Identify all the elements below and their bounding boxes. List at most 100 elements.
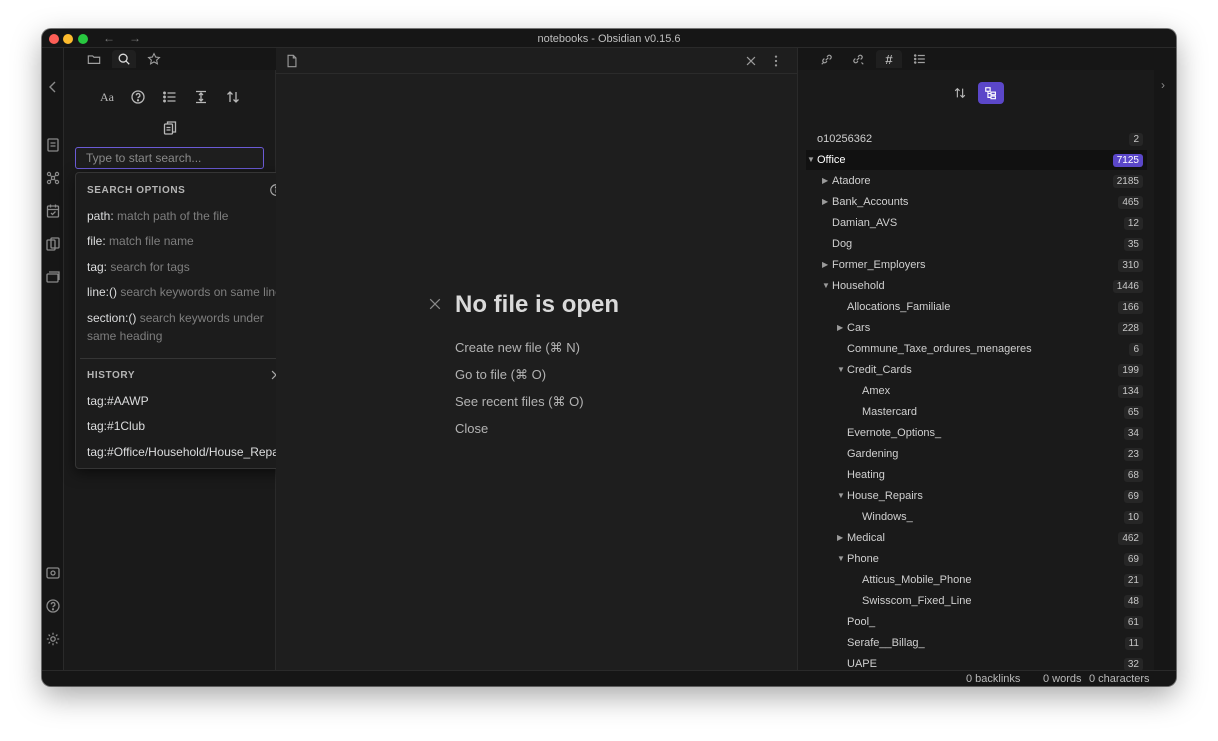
tag-count-badge: 2185 [1112, 175, 1143, 188]
slides-icon[interactable] [45, 269, 61, 285]
backlinks-icon[interactable] [814, 50, 840, 68]
templates-icon[interactable] [45, 236, 61, 252]
tag-count-badge: 10 [1123, 511, 1143, 524]
search-input[interactable] [75, 147, 264, 169]
tag-item[interactable]: ▶ Cars 228 [806, 318, 1147, 338]
tag-item[interactable]: ▼ Household 1446 [806, 276, 1147, 296]
tag-item[interactable]: ▶ Bank_Accounts 465 [806, 192, 1147, 212]
copy-results-icon[interactable] [161, 119, 179, 137]
tag-name: Allocations_Familiale [847, 301, 951, 313]
search-option-file[interactable]: file: match file name [87, 232, 292, 250]
tag-item[interactable]: Dog 35 [806, 234, 1147, 254]
tag-item[interactable]: Heating 68 [806, 465, 1147, 485]
word-count: 0 words [1043, 673, 1082, 685]
tag-item[interactable]: ▶ Medical 462 [806, 528, 1147, 548]
tag-name: Atticus_Mobile_Phone [862, 574, 972, 586]
collapse-chevron-icon[interactable]: ▼ [822, 281, 830, 290]
see-recent-files-link[interactable]: See recent files (⌘ O) [455, 394, 584, 410]
outline-icon[interactable] [907, 50, 933, 68]
left-sidebar-tabs [64, 48, 276, 70]
file-icon [285, 54, 299, 68]
tag-count-badge: 69 [1123, 553, 1143, 566]
switch-vault-icon[interactable] [45, 565, 61, 581]
search-option-path[interactable]: path: match path of the file [87, 207, 292, 225]
tag-item[interactable]: Allocations_Familiale 166 [806, 297, 1147, 317]
expand-chevron-icon[interactable]: ▶ [822, 197, 828, 206]
sort-order-icon[interactable] [224, 88, 242, 106]
close-pane-icon[interactable] [744, 54, 758, 68]
right-sidebar: # o10256362 2 ▼ Office 7125 ▶ Atadore 2185 ▶ Bank… [797, 48, 1155, 670]
explain-search-icon[interactable] [129, 88, 147, 106]
tag-name: Former_Employers [832, 259, 926, 271]
expand-chevron-icon[interactable]: ▶ [822, 260, 828, 269]
search-icon[interactable] [112, 50, 136, 68]
star-icon[interactable] [142, 50, 166, 68]
tag-item[interactable]: Damian_AVS 12 [806, 213, 1147, 233]
collapse-chevron-icon[interactable]: ▼ [837, 554, 845, 563]
more-options-icon[interactable] [769, 54, 783, 68]
collapse-chevron-icon[interactable]: ▼ [837, 491, 845, 500]
settings-gear-icon[interactable] [45, 631, 61, 647]
title-bar: ← → notebooks - Obsidian v0.15.6 [42, 29, 1176, 48]
tag-item[interactable]: Windows_ 10 [806, 507, 1147, 527]
tag-count-badge: 134 [1118, 385, 1143, 398]
tag-item[interactable]: UAPE 32 [806, 654, 1147, 670]
right-sidebar-tabs: # [798, 48, 1155, 70]
tag-item[interactable]: Swisscom_Fixed_Line 48 [806, 591, 1147, 611]
nested-tags-icon[interactable] [978, 82, 1004, 104]
tag-item[interactable]: Commune_Taxe_ordures_menageres 6 [806, 339, 1147, 359]
search-option-section[interactable]: section:() search keywords under same he… [87, 309, 287, 345]
quick-switcher-icon[interactable] [45, 137, 61, 153]
folder-icon[interactable] [82, 50, 106, 68]
search-option-line[interactable]: line:() search keywords on same line [87, 283, 292, 301]
tag-icon[interactable]: # [876, 50, 902, 68]
tag-item[interactable]: ▶ Atadore 2185 [806, 171, 1147, 191]
help-icon[interactable] [45, 598, 61, 614]
tag-item[interactable]: Amex 134 [806, 381, 1147, 401]
search-toolbar: Aa [64, 81, 276, 141]
expand-chevron-icon[interactable]: ▶ [837, 323, 843, 332]
tag-count-badge: 6 [1129, 343, 1143, 356]
tag-item[interactable]: Mastercard 65 [806, 402, 1147, 422]
tag-item[interactable]: Serafe__Billag_ 11 [806, 633, 1147, 653]
tag-item[interactable]: ▶ Former_Employers 310 [806, 255, 1147, 275]
close-empty-state-icon[interactable] [428, 297, 442, 311]
history-item[interactable]: tag:#1Club [87, 419, 145, 433]
tag-item[interactable]: Gardening 23 [806, 444, 1147, 464]
tag-name: Atadore [832, 175, 871, 187]
go-to-file-link[interactable]: Go to file (⌘ O) [455, 367, 546, 383]
obsidian-window: ← → notebooks - Obsidian v0.15.6 Aa Type… [42, 29, 1176, 686]
collapse-chevron-icon[interactable]: ▼ [807, 155, 815, 164]
tag-item[interactable]: o10256362 2 [806, 129, 1147, 149]
history-item[interactable]: tag:#AAWP [87, 394, 149, 408]
tag-name: Serafe__Billag_ [847, 637, 925, 649]
collapse-chevron-icon[interactable]: ▼ [837, 365, 845, 374]
tag-item[interactable]: Atticus_Mobile_Phone 21 [806, 570, 1147, 590]
history-heading: HISTORY [87, 370, 136, 381]
tag-name: Damian_AVS [832, 217, 898, 229]
tag-item[interactable]: ▼ Credit_Cards 199 [806, 360, 1147, 380]
status-bar: 0 backlinks 0 words 0 characters [42, 670, 1176, 686]
tag-item[interactable]: Evernote_Options_ 34 [806, 423, 1147, 443]
collapse-results-icon[interactable] [161, 88, 179, 106]
daily-note-icon[interactable] [45, 203, 61, 219]
tag-name: Amex [862, 385, 891, 397]
history-item[interactable]: tag:#Office/Household/House_Repairs/ [87, 445, 295, 459]
show-more-context-icon[interactable] [192, 88, 210, 106]
expand-sidebar-icon[interactable]: › [1161, 78, 1165, 92]
close-link[interactable]: Close [455, 421, 488, 436]
popup-divider [80, 358, 296, 359]
outgoing-links-icon[interactable] [845, 50, 871, 68]
search-option-tag[interactable]: tag: search for tags [87, 258, 292, 276]
sort-tags-icon[interactable] [947, 82, 973, 104]
tag-item[interactable]: ▼ House_Repairs 69 [806, 486, 1147, 506]
expand-chevron-icon[interactable]: ▶ [822, 176, 828, 185]
graph-view-icon[interactable] [45, 170, 61, 186]
tag-item[interactable]: ▼ Office 7125 [806, 150, 1147, 170]
expand-chevron-icon[interactable]: ▶ [837, 533, 843, 542]
tag-item[interactable]: Pool_ 61 [806, 612, 1147, 632]
match-case-icon[interactable]: Aa [98, 88, 116, 106]
create-new-file-link[interactable]: Create new file (⌘ N) [455, 340, 580, 356]
collapse-sidebar-icon[interactable] [45, 79, 61, 95]
tag-item[interactable]: ▼ Phone 69 [806, 549, 1147, 569]
